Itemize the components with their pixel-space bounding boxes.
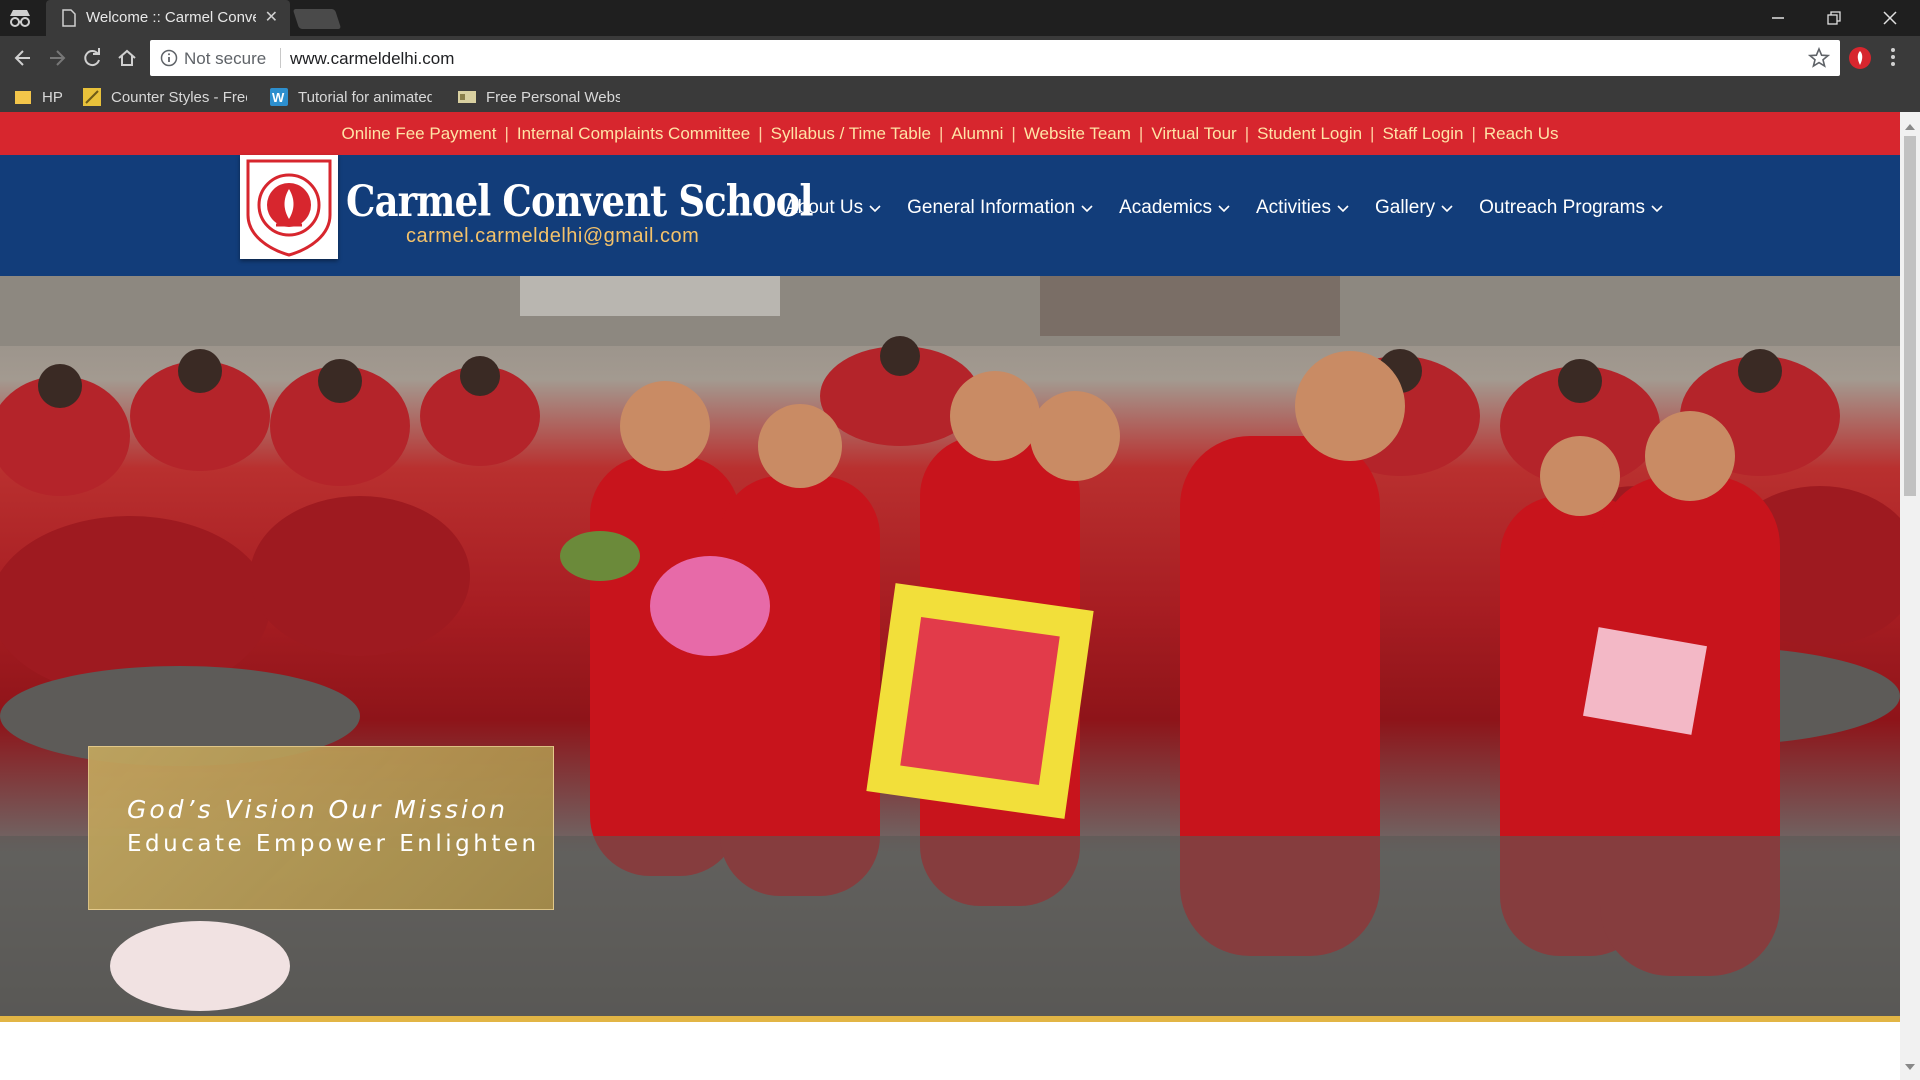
nav-activities[interactable]: Activities <box>1256 197 1349 219</box>
page-viewport: Online Fee Payment | Internal Complaints … <box>0 112 1900 1080</box>
new-tab-button[interactable] <box>292 9 342 29</box>
bookmark-free-personal-website[interactable]: Free Personal Website <box>458 87 620 107</box>
minimize-button[interactable] <box>1750 0 1806 36</box>
reload-icon[interactable] <box>81 47 103 69</box>
url-text[interactable]: www.carmeldelhi.com <box>290 49 454 69</box>
nav-academics[interactable]: Academics <box>1119 197 1230 219</box>
scroll-down-arrow-icon[interactable] <box>1905 1058 1915 1076</box>
bookmark-label: Free Personal Website <box>486 88 620 106</box>
card-favicon-icon <box>458 88 476 106</box>
incognito-icon <box>6 6 34 30</box>
tab-title: Welcome :: Carmel Convent School <box>86 9 256 26</box>
hero-accent-line <box>0 1016 1900 1022</box>
link-reach-us[interactable]: Reach Us <box>1476 124 1567 144</box>
address-divider <box>280 48 281 68</box>
nav-label: General Information <box>907 197 1076 218</box>
bookmark-tutorial-animated[interactable]: W Tutorial for animated <box>270 87 432 107</box>
school-name[interactable]: Carmel Convent School <box>346 177 814 227</box>
link-internal-complaints-committee[interactable]: Internal Complaints Committee <box>509 124 758 144</box>
site-header: Carmel Convent School carmel.carmeldelhi… <box>0 155 1900 276</box>
extension-shield-icon[interactable] <box>1848 46 1872 75</box>
back-arrow-icon[interactable] <box>12 47 34 69</box>
bookmark-star-icon[interactable] <box>1807 46 1831 74</box>
tagline-primary: God’s Vision Our Mission <box>127 795 508 824</box>
home-icon[interactable] <box>116 47 138 69</box>
nav-about-us[interactable]: About Us <box>785 197 881 219</box>
link-student-login[interactable]: Student Login <box>1249 124 1370 144</box>
chevron-down-icon <box>1218 197 1230 219</box>
browser-menu-icon[interactable] <box>1890 46 1896 73</box>
link-staff-login[interactable]: Staff Login <box>1374 124 1471 144</box>
tagline-box: God’s Vision Our Mission Educate Empower… <box>88 746 554 910</box>
link-alumni[interactable]: Alumni <box>943 124 1011 144</box>
hero-slider-image[interactable]: God’s Vision Our Mission Educate Empower… <box>0 276 1900 1016</box>
folder-icon <box>14 88 32 106</box>
info-icon[interactable] <box>160 49 178 72</box>
bookmark-hp[interactable]: HP <box>14 87 63 107</box>
bookmark-label: Tutorial for animated <box>298 88 432 106</box>
page-scrollbar[interactable] <box>1900 112 1920 1080</box>
link-website-team[interactable]: Website Team <box>1016 124 1139 144</box>
scroll-up-arrow-icon[interactable] <box>1905 118 1915 136</box>
school-logo[interactable] <box>240 155 338 259</box>
close-window-button[interactable] <box>1862 0 1918 36</box>
browser-titlebar: Welcome :: Carmel Convent School ✕ <box>0 0 1920 36</box>
pencil-favicon-icon <box>83 88 101 106</box>
w-favicon-icon: W <box>270 88 288 106</box>
bookmark-label: Counter Styles - Free <box>111 88 247 106</box>
nav-label: Outreach Programs <box>1479 197 1645 218</box>
scrollbar-thumb[interactable] <box>1904 136 1916 496</box>
link-online-fee-payment[interactable]: Online Fee Payment <box>333 124 504 144</box>
nav-label: Academics <box>1119 197 1212 218</box>
tagline-secondary: Educate Empower Enlighten <box>127 831 540 857</box>
tab-close-icon[interactable]: ✕ <box>265 7 278 27</box>
utility-links-bar: Online Fee Payment | Internal Complaints … <box>0 112 1900 155</box>
bookmarks-bar: HP Counter Styles - Free W Tutorial for … <box>0 80 1920 112</box>
chevron-down-icon <box>1441 197 1453 219</box>
forward-arrow-icon[interactable] <box>46 47 68 69</box>
link-virtual-tour[interactable]: Virtual Tour <box>1143 124 1244 144</box>
nav-gallery[interactable]: Gallery <box>1375 197 1453 219</box>
svg-text:W: W <box>272 90 285 105</box>
nav-general-information[interactable]: General Information <box>907 197 1093 219</box>
main-navigation: About Us General Information Academics A… <box>785 197 1689 219</box>
nav-label: Activities <box>1256 197 1331 218</box>
document-icon <box>62 9 76 32</box>
chevron-down-icon <box>1081 197 1093 219</box>
chevron-down-icon <box>1337 197 1349 219</box>
chevron-down-icon <box>869 197 881 219</box>
bookmark-label: HP <box>42 88 63 106</box>
chevron-down-icon <box>1651 197 1663 219</box>
link-syllabus-time-table[interactable]: Syllabus / Time Table <box>763 124 939 144</box>
school-email[interactable]: carmel.carmeldelhi@gmail.com <box>406 225 699 248</box>
security-status[interactable]: Not secure <box>184 49 266 69</box>
nav-outreach-programs[interactable]: Outreach Programs <box>1479 197 1663 219</box>
address-bar[interactable]: Not secure www.carmeldelhi.com <box>150 40 1840 76</box>
nav-label: About Us <box>785 197 864 218</box>
browser-tab-active[interactable]: Welcome :: Carmel Convent School ✕ <box>46 0 290 36</box>
restore-button[interactable] <box>1806 0 1862 36</box>
bookmark-counter-styles[interactable]: Counter Styles - Free <box>83 87 247 107</box>
nav-label: Gallery <box>1374 197 1436 218</box>
